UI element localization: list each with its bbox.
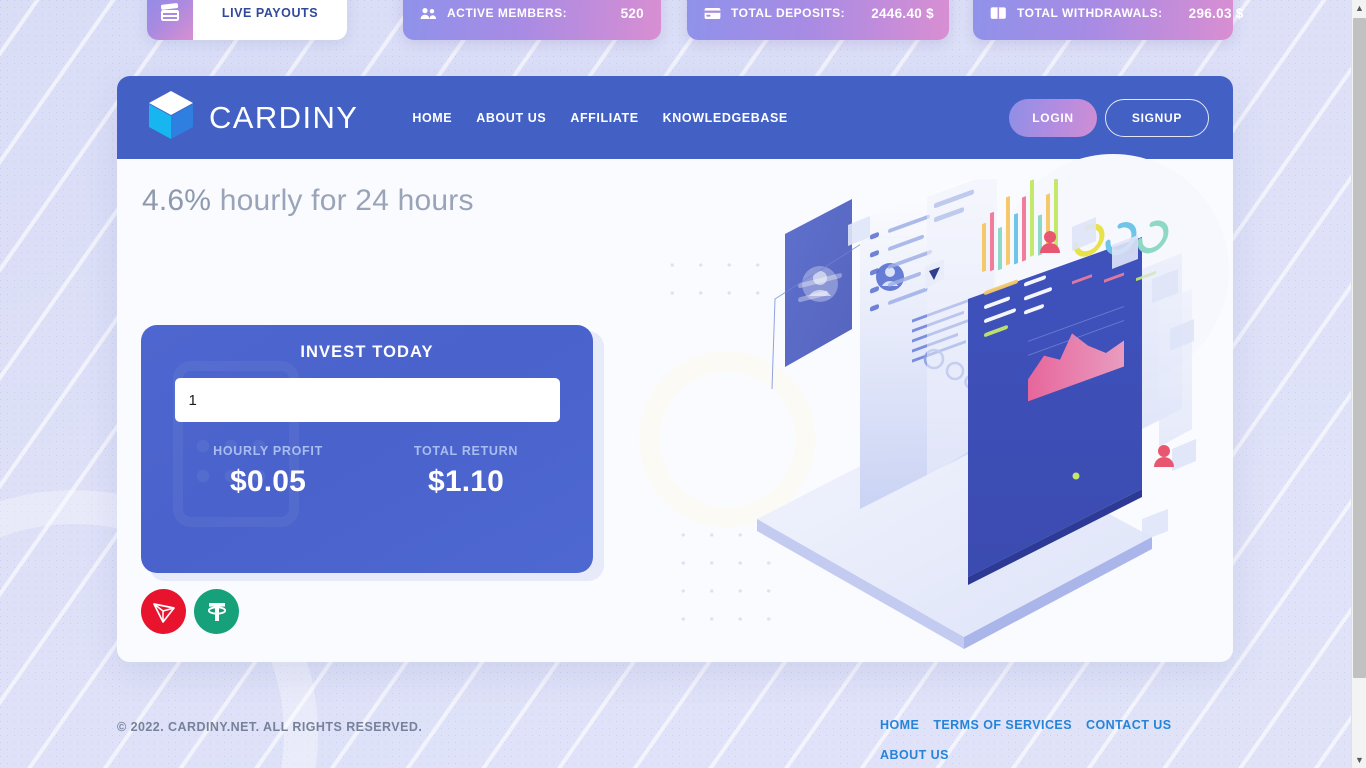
top-stats-bar: LIVE PAYOUTS ACTIVE MEMBERS: 520 TOTAL D… bbox=[0, 0, 1351, 40]
card-icon bbox=[704, 5, 721, 22]
invest-card-title: INVEST TODAY bbox=[300, 343, 434, 361]
nav-item-about-us[interactable]: ABOUT US bbox=[476, 111, 546, 125]
live-payouts-label: LIVE PAYOUTS bbox=[221, 6, 319, 20]
stat-value: 520 bbox=[620, 5, 644, 21]
tether-coin-icon[interactable] bbox=[194, 589, 239, 634]
main-navigation: HOME ABOUT US AFFILIATE KNOWLEDGEBASE bbox=[412, 111, 788, 125]
nav-item-knowledgebase[interactable]: KNOWLEDGEBASE bbox=[663, 111, 788, 125]
nav-item-affiliate[interactable]: AFFILIATE bbox=[570, 111, 638, 125]
footer-link-about-us[interactable]: ABOUT US bbox=[880, 748, 949, 762]
scroll-down-arrow-icon[interactable]: ▼ bbox=[1352, 752, 1366, 768]
total-return-label: TOTAL RETURN bbox=[413, 444, 519, 458]
footer-link-home[interactable]: HOME bbox=[880, 718, 919, 732]
wallet-icon bbox=[990, 5, 1007, 22]
cards-stack-icon bbox=[147, 0, 193, 40]
brand[interactable]: CARDINY bbox=[147, 89, 358, 146]
stat-label: ACTIVE MEMBERS: bbox=[447, 6, 568, 20]
live-payouts-button[interactable]: LIVE PAYOUTS bbox=[147, 0, 347, 40]
invest-amount-input[interactable] bbox=[174, 378, 560, 422]
total-return-value: $1.10 bbox=[427, 465, 505, 498]
stat-value: 2446.40 $ bbox=[871, 5, 934, 21]
login-button[interactable]: LOGIN bbox=[1009, 98, 1097, 137]
total-return-block: TOTAL RETURN $1.10 bbox=[367, 444, 565, 499]
site-footer: © 2022. CARDINY.NET. ALL RIGHTS RESERVED… bbox=[0, 662, 1351, 768]
cube-logo-icon bbox=[147, 89, 195, 146]
headline-rest: hourly for 24 hours bbox=[211, 184, 474, 217]
brand-name: CARDINY bbox=[209, 99, 359, 135]
page-title: 4.6% hourly for 24 hours bbox=[142, 184, 474, 218]
main-content-card: CARDINY HOME ABOUT US AFFILIATE KNOWLEDG… bbox=[117, 76, 1233, 662]
tron-coin-icon[interactable] bbox=[141, 589, 186, 634]
invest-card: INVEST TODAY HOURLY PROFIT $0.05 TOTAL R… bbox=[141, 325, 593, 573]
stat-total-deposits: TOTAL DEPOSITS: 2446.40 $ bbox=[687, 0, 949, 40]
accepted-currencies bbox=[141, 589, 239, 634]
users-icon bbox=[420, 5, 437, 22]
footer-link-contact-us[interactable]: CONTACT US bbox=[1086, 718, 1172, 732]
signup-button[interactable]: SIGNUP bbox=[1105, 98, 1209, 137]
scroll-up-arrow-icon[interactable]: ▲ bbox=[1352, 0, 1366, 16]
footer-link-terms-of-services[interactable]: TERMS OF SERVICES bbox=[933, 718, 1072, 732]
hourly-profit-label: HOURLY PROFIT bbox=[213, 444, 323, 458]
stat-active-members: ACTIVE MEMBERS: 520 bbox=[403, 0, 661, 40]
page-scrollbar[interactable]: ▲ ▼ bbox=[1351, 0, 1366, 768]
stat-label: TOTAL DEPOSITS: bbox=[731, 6, 846, 20]
site-header: CARDINY HOME ABOUT US AFFILIATE KNOWLEDG… bbox=[117, 76, 1233, 159]
scrollbar-thumb[interactable] bbox=[1353, 18, 1366, 678]
stat-total-withdrawals: TOTAL WITHDRAWALS: 296.03 $ bbox=[973, 0, 1243, 40]
nav-item-home[interactable]: HOME bbox=[412, 111, 452, 125]
returns-summary: HOURLY PROFIT $0.05 TOTAL RETURN $1.10 bbox=[169, 444, 565, 499]
stat-label: TOTAL WITHDRAWALS: bbox=[1017, 6, 1163, 20]
isometric-laptop-dashboard-illustration bbox=[672, 171, 1232, 659]
hourly-profit-value: $0.05 bbox=[229, 465, 307, 498]
auth-buttons: LOGIN SIGNUP bbox=[1009, 98, 1209, 137]
headline-rate: 4.6% bbox=[142, 184, 212, 217]
footer-links: HOME TERMS OF SERVICES CONTACT US ABOUT … bbox=[880, 718, 1210, 762]
hero-section: 4.6% hourly for 24 hours INVEST TODAY HO… bbox=[117, 154, 1233, 662]
stat-value: 296.03 $ bbox=[1188, 5, 1244, 21]
copyright-text: © 2022. CARDINY.NET. ALL RIGHTS RESERVED… bbox=[117, 720, 423, 734]
hourly-profit-block: HOURLY PROFIT $0.05 bbox=[169, 444, 367, 499]
